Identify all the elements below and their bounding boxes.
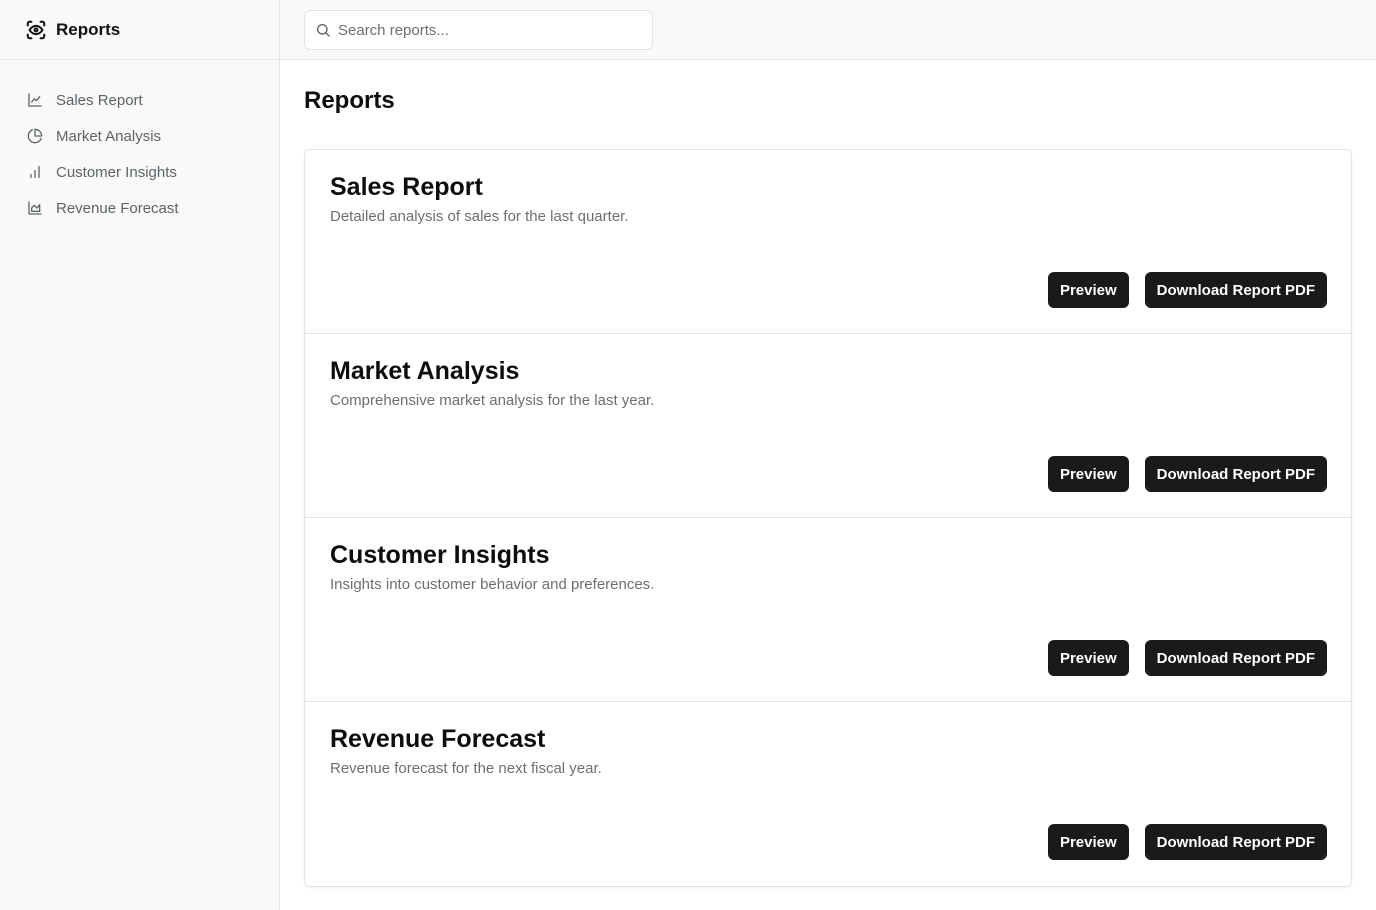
sidebar-item-label: Sales Report (56, 91, 143, 109)
area-chart-icon (27, 200, 43, 216)
page-title: Reports (304, 87, 395, 114)
preview-button[interactable]: Preview (1047, 272, 1129, 308)
search-box[interactable] (304, 10, 653, 50)
sidebar: Reports Sales Report Market Analysis Cus… (0, 0, 280, 910)
pie-chart-icon (27, 128, 43, 144)
report-list: Sales Report Detailed analysis of sales … (304, 149, 1352, 887)
report-description: Revenue forecast for the next fiscal yea… (330, 760, 602, 777)
sidebar-item-label: Customer Insights (56, 163, 177, 181)
sidebar-item-customer-insights[interactable]: Customer Insights (27, 154, 279, 190)
eye-scan-icon (25, 19, 47, 41)
topbar (280, 0, 1376, 60)
report-description: Detailed analysis of sales for the last … (330, 208, 629, 225)
report-actions: Preview Download Report PDF (1047, 824, 1327, 860)
preview-button[interactable]: Preview (1047, 640, 1129, 676)
search-icon (315, 22, 331, 38)
download-pdf-button[interactable]: Download Report PDF (1144, 824, 1327, 860)
report-card-sales-report: Sales Report Detailed analysis of sales … (305, 150, 1351, 334)
report-title: Market Analysis (330, 357, 520, 385)
main-content: Reports Sales Report Detailed analysis o… (304, 60, 1352, 887)
report-actions: Preview Download Report PDF (1047, 456, 1327, 492)
bar-chart-icon (27, 164, 43, 180)
report-title: Revenue Forecast (330, 725, 546, 753)
sidebar-item-revenue-forecast[interactable]: Revenue Forecast (27, 190, 279, 226)
app-title: Reports (56, 19, 121, 39)
report-title: Sales Report (330, 173, 483, 201)
sidebar-header: Reports (0, 0, 279, 60)
sidebar-item-label: Market Analysis (56, 127, 162, 145)
report-actions: Preview Download Report PDF (1047, 272, 1327, 308)
report-title: Customer Insights (330, 541, 550, 569)
sidebar-item-label: Revenue Forecast (56, 199, 179, 217)
report-description: Insights into customer behavior and pref… (330, 576, 655, 593)
download-pdf-button[interactable]: Download Report PDF (1144, 272, 1327, 308)
report-card-market-analysis: Market Analysis Comprehensive market ana… (305, 334, 1351, 518)
report-card-revenue-forecast: Revenue Forecast Revenue forecast for th… (305, 702, 1351, 886)
line-chart-icon (27, 92, 43, 108)
preview-button[interactable]: Preview (1047, 456, 1129, 492)
report-description: Comprehensive market analysis for the la… (330, 392, 655, 409)
sidebar-nav: Sales Report Market Analysis Customer In… (0, 60, 279, 226)
report-actions: Preview Download Report PDF (1047, 640, 1327, 676)
preview-button[interactable]: Preview (1047, 824, 1129, 860)
report-card-customer-insights: Customer Insights Insights into customer… (305, 518, 1351, 702)
sidebar-item-market-analysis[interactable]: Market Analysis (27, 118, 279, 154)
sidebar-item-sales-report[interactable]: Sales Report (27, 82, 279, 118)
download-pdf-button[interactable]: Download Report PDF (1144, 640, 1327, 676)
search-input[interactable] (338, 21, 628, 39)
download-pdf-button[interactable]: Download Report PDF (1144, 456, 1327, 492)
